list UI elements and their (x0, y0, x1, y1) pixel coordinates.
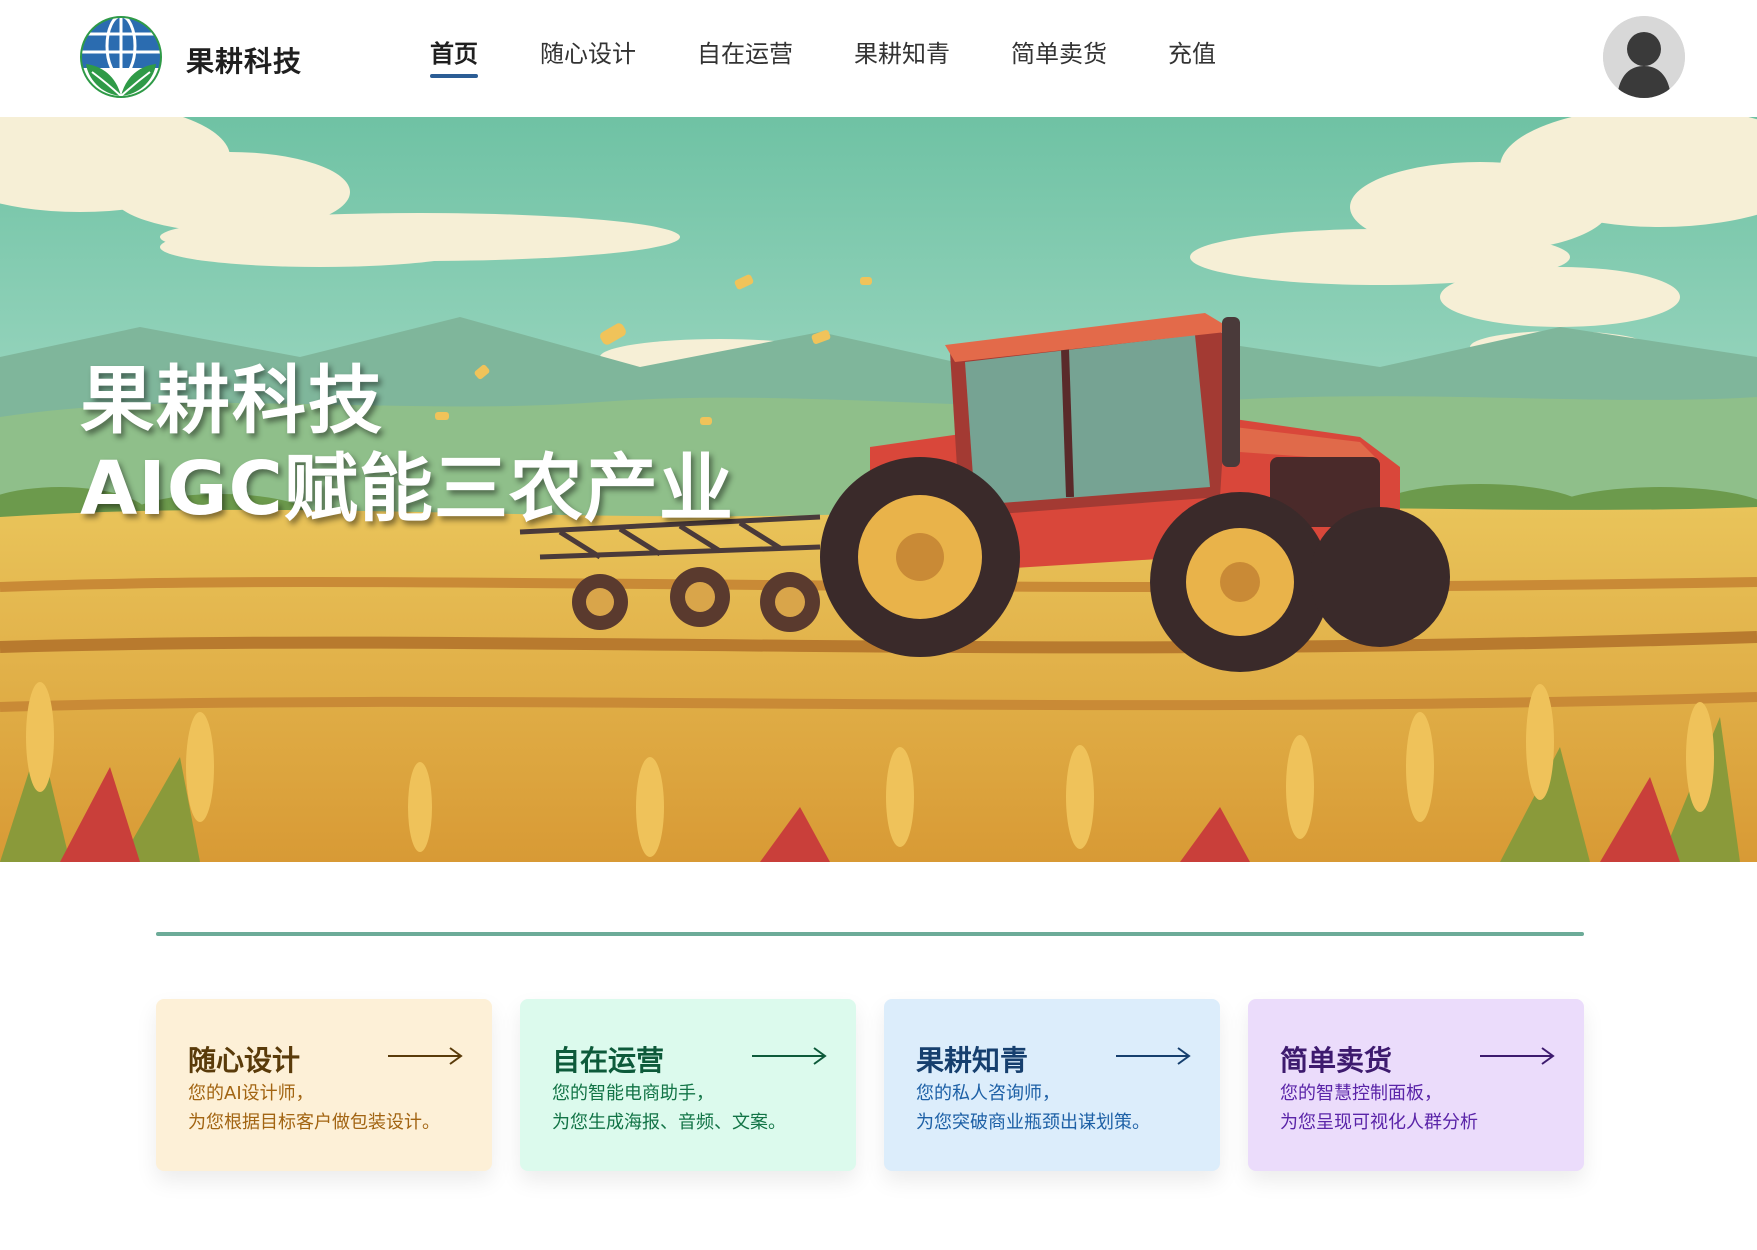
nav-home-label: 首页 (430, 40, 478, 68)
nav-recharge[interactable]: 充值 (1168, 0, 1216, 117)
feature-card-sell[interactable]: 简单卖货 您的智慧控制面板， 为您呈现可视化人群分析 (1248, 999, 1584, 1171)
feature-card-desc-line2: 为您根据目标客户做包装设计。 (188, 1112, 440, 1133)
arrow-right-icon (1116, 1047, 1191, 1065)
feature-card-desc-line1: 您的智慧控制面板， (1280, 1083, 1442, 1104)
feature-card-title: 果耕知青 (916, 1044, 1029, 1077)
nav-sell-label: 简单卖货 (1011, 40, 1107, 68)
main-nav: 首页 随心设计 自在运营 果耕知青 简单卖货 充值 (410, 0, 1216, 117)
user-avatar-icon (1603, 16, 1685, 98)
nav-consult[interactable]: 果耕知青 (854, 0, 950, 117)
feature-card-design[interactable]: 随心设计 您的AI设计师， 为您根据目标客户做包装设计。 (156, 999, 492, 1171)
feature-card-title: 简单卖货 (1280, 1044, 1393, 1077)
feature-card-desc-line1: 您的AI设计师， (188, 1083, 314, 1104)
arrow-right-icon (1480, 1047, 1555, 1065)
nav-operation-label: 自在运营 (697, 40, 793, 68)
feature-card-desc-line2: 为您突破商业瓶颈出谋划策。 (916, 1112, 1150, 1133)
arrow-right-icon (752, 1047, 827, 1065)
feature-card-desc: 您的智能电商助手， 为您生成海报、音频、文案。 (552, 1079, 786, 1137)
nav-operation[interactable]: 自在运营 (697, 0, 793, 117)
nav-design-label: 随心设计 (540, 40, 636, 68)
feature-card-title: 自在运营 (552, 1044, 665, 1077)
feature-card-desc-line1: 您的私人咨询师， (916, 1083, 1060, 1104)
feature-card-desc: 您的AI设计师， 为您根据目标客户做包装设计。 (188, 1079, 440, 1137)
nav-active-underline (430, 74, 478, 78)
nav-sell[interactable]: 简单卖货 (1011, 0, 1107, 117)
globe-leaf-icon[interactable] (80, 16, 162, 98)
feature-card-desc: 您的智慧控制面板， 为您呈现可视化人群分析 (1280, 1079, 1478, 1137)
user-avatar[interactable] (1603, 16, 1685, 98)
top-header: 果耕科技 首页 随心设计 自在运营 果耕知青 简单卖货 充值 (0, 0, 1757, 117)
brand-name: 果耕科技 (186, 45, 303, 78)
nav-design[interactable]: 随心设计 (540, 0, 636, 117)
nav-recharge-label: 充值 (1168, 40, 1216, 68)
nav-consult-label: 果耕知青 (854, 40, 950, 68)
nav-home[interactable]: 首页 (430, 0, 478, 117)
feature-card-desc-line2: 为您呈现可视化人群分析 (1280, 1112, 1478, 1133)
feature-card-desc: 您的私人咨询师， 为您突破商业瓶颈出谋划策。 (916, 1079, 1150, 1137)
feature-card-consult[interactable]: 果耕知青 您的私人咨询师， 为您突破商业瓶颈出谋划策。 (884, 999, 1220, 1171)
feature-card-title: 随心设计 (188, 1044, 301, 1077)
feature-card-desc-line1: 您的智能电商助手， (552, 1083, 714, 1104)
hero-banner: 果耕科技 AIGC赋能三农产业 (0, 117, 1757, 862)
feature-card-desc-line2: 为您生成海报、音频、文案。 (552, 1112, 786, 1133)
hero-subtitle: AIGC赋能三农产业 (80, 446, 734, 532)
section-divider (156, 932, 1584, 936)
feature-card-operation[interactable]: 自在运营 您的智能电商助手， 为您生成海报、音频、文案。 (520, 999, 856, 1171)
arrow-right-icon (388, 1047, 463, 1065)
